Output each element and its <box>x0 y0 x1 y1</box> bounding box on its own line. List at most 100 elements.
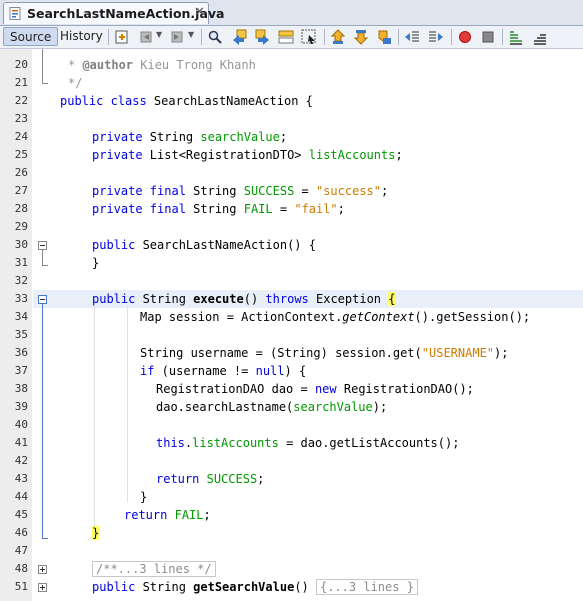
toolbar-separator <box>398 29 399 45</box>
line-number: 30 <box>14 238 28 251</box>
toolbar-separator <box>201 29 202 45</box>
line-number: 22 <box>14 94 28 107</box>
code-line: */ <box>68 76 83 90</box>
line-number: 24 <box>14 130 28 143</box>
code-editor[interactable]: 20 21 22 23 24 25 26 27 28 29 30 31 32 3… <box>0 49 583 601</box>
code-line: /**...3 lines */ <box>92 560 216 578</box>
uncomment-icon[interactable] <box>532 29 548 45</box>
fold-end <box>42 83 48 84</box>
find-previous-icon[interactable] <box>231 29 247 45</box>
code-line: private String searchValue; <box>92 130 288 144</box>
code-line: String username = (String) session.get("… <box>140 346 509 360</box>
line-number: 35 <box>14 328 28 341</box>
code-line: Map session = ActionContext.getContext()… <box>140 310 531 324</box>
line-number: 51 <box>14 580 28 593</box>
line-number: 43 <box>14 472 28 485</box>
code-line: private final String SUCCESS = "success"… <box>92 184 389 198</box>
toggle-bookmark-icon[interactable] <box>376 29 392 45</box>
code-line: } <box>92 524 100 542</box>
toolbar-separator <box>108 29 109 45</box>
code-line: if (username != null) { <box>140 364 307 378</box>
line-number: 48 <box>14 562 28 575</box>
fold-end <box>42 265 48 266</box>
back-icon[interactable] <box>138 29 154 45</box>
line-number: 28 <box>14 202 28 215</box>
shift-right-icon[interactable] <box>428 29 444 45</box>
next-bookmark-icon[interactable] <box>353 29 369 45</box>
line-number: 41 <box>14 436 28 449</box>
code-line: * @author Kieu Trong Khanh <box>68 58 256 72</box>
last-edit-icon[interactable] <box>114 29 130 45</box>
shift-left-icon[interactable] <box>404 29 420 45</box>
toolbar-separator <box>324 29 325 45</box>
indent-guide <box>127 306 128 502</box>
line-number: 42 <box>14 454 28 467</box>
previous-bookmark-icon[interactable] <box>330 29 346 45</box>
toolbar-separator <box>451 29 452 45</box>
editor-tab-bar: SearchLastNameAction.java ✕ <box>0 0 583 26</box>
toggle-highlight-icon[interactable] <box>301 29 317 45</box>
find-selection-icon[interactable] <box>278 29 294 45</box>
folded-method-body: {...3 lines } <box>316 579 418 595</box>
fold-expand-icon[interactable] <box>38 565 47 574</box>
line-number: 31 <box>14 256 28 269</box>
fold-expand-icon[interactable] <box>38 583 47 592</box>
line-number: 38 <box>14 382 28 395</box>
line-number: 23 <box>14 112 28 125</box>
code-line: this.listAccounts = dao.getListAccounts(… <box>156 436 460 450</box>
fold-guide <box>42 49 43 83</box>
line-number: 27 <box>14 184 28 197</box>
line-number: 20 <box>14 58 28 71</box>
line-number: 34 <box>14 310 28 323</box>
source-view-button[interactable]: Source <box>3 27 59 46</box>
code-line: public String execute() throws Exception… <box>92 292 396 306</box>
code-line: private final String FAIL = "fail"; <box>92 202 345 216</box>
code-line: } <box>92 256 100 270</box>
code-line: return FAIL; <box>124 508 211 522</box>
line-number: 36 <box>14 346 28 359</box>
toolbar-separator <box>502 29 503 45</box>
fold-guide <box>42 250 43 266</box>
code-line: public SearchLastNameAction() { <box>92 238 316 252</box>
line-number: 40 <box>14 418 28 431</box>
back-dropdown-icon[interactable]: ▼ <box>156 30 162 39</box>
line-number: 33 <box>14 292 28 305</box>
history-view-button[interactable]: History <box>54 27 109 46</box>
line-number: 44 <box>14 490 28 503</box>
find-icon[interactable] <box>207 29 223 45</box>
find-next-icon[interactable] <box>255 29 271 45</box>
line-number: 32 <box>14 274 28 287</box>
fold-end <box>42 538 48 539</box>
code-line: public class SearchLastNameAction { <box>60 94 313 108</box>
line-number: 45 <box>14 508 28 521</box>
forward-icon[interactable] <box>169 29 185 45</box>
file-tab[interactable]: SearchLastNameAction.java ✕ <box>3 2 225 24</box>
line-number: 47 <box>14 544 28 557</box>
line-number: 29 <box>14 220 28 233</box>
line-number: 25 <box>14 148 28 161</box>
folded-comment: /**...3 lines */ <box>92 561 216 577</box>
fold-collapse-icon[interactable] <box>38 241 47 250</box>
indent-guide <box>94 306 95 538</box>
line-number: 21 <box>14 76 28 89</box>
editor-toolbar: Source History ▼ ▼ <box>0 26 583 49</box>
fold-guide <box>42 304 43 538</box>
close-icon[interactable]: ✕ <box>194 5 205 20</box>
line-number: 26 <box>14 166 28 179</box>
comment-icon[interactable] <box>508 29 524 45</box>
stop-macro-recording-icon[interactable] <box>480 29 496 45</box>
code-line: private List<RegistrationDTO> listAccoun… <box>92 148 403 162</box>
line-number: 39 <box>14 400 28 413</box>
line-number: 46 <box>14 526 28 539</box>
start-macro-recording-icon[interactable] <box>457 29 473 45</box>
fold-collapse-icon[interactable] <box>38 295 47 304</box>
line-number: 37 <box>14 364 28 377</box>
forward-dropdown-icon[interactable]: ▼ <box>188 30 194 39</box>
java-file-icon <box>9 7 21 20</box>
code-line: } <box>140 490 148 504</box>
code-line: public String getSearchValue() {...3 lin… <box>92 578 418 596</box>
matching-brace: { <box>388 292 396 306</box>
matching-brace: } <box>92 526 100 540</box>
code-line: RegistrationDAO dao = new RegistrationDA… <box>156 382 474 396</box>
code-line: return SUCCESS; <box>156 472 265 486</box>
